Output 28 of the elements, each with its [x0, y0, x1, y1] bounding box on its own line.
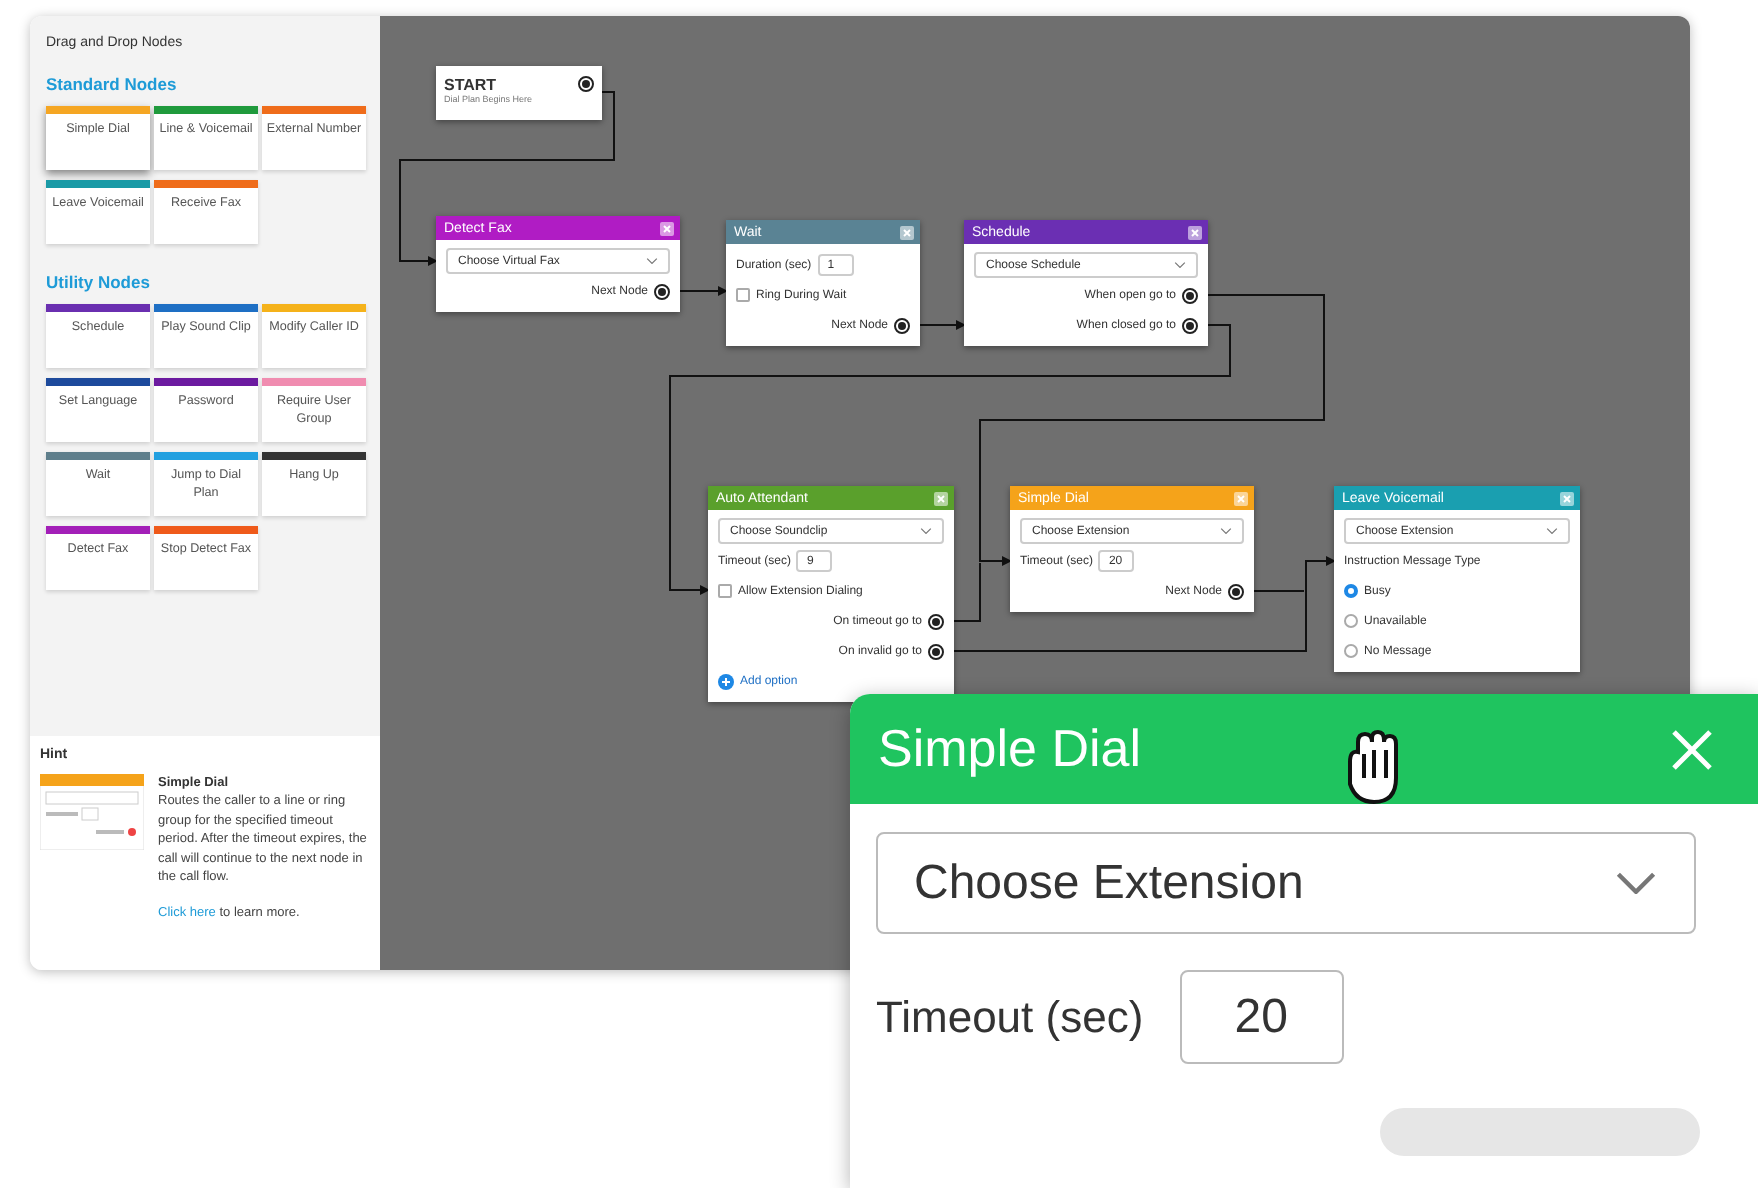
- radio-button[interactable]: [1344, 614, 1358, 628]
- close-icon[interactable]: [660, 221, 674, 235]
- timeout-field[interactable]: 20: [1179, 970, 1344, 1064]
- chevron-down-icon: [1220, 528, 1232, 534]
- port-icon[interactable]: [1228, 583, 1244, 599]
- chevron-down-icon: [646, 258, 658, 264]
- port-icon[interactable]: [894, 317, 910, 333]
- chevron-down-icon: [1546, 528, 1558, 534]
- node-title: START: [444, 76, 499, 94]
- chevron-down-icon: [1174, 262, 1186, 268]
- extension-select[interactable]: Choose Extension: [876, 832, 1696, 934]
- close-icon[interactable]: [900, 225, 914, 239]
- radio-button[interactable]: [1344, 584, 1358, 598]
- panel-title: Simple Dial: [878, 718, 1141, 780]
- port-icon[interactable]: [578, 76, 594, 92]
- close-icon[interactable]: [1188, 225, 1202, 239]
- chevron-down-icon: [920, 528, 932, 534]
- timeout-label: Timeout (sec): [876, 991, 1144, 1043]
- port-icon[interactable]: [654, 283, 670, 299]
- chevron-down-icon: [1614, 872, 1658, 894]
- radio-button[interactable]: [1344, 644, 1358, 658]
- close-icon[interactable]: [934, 491, 948, 505]
- section-heading: Utility Nodes: [46, 272, 152, 292]
- add-icon[interactable]: [718, 673, 734, 689]
- section-heading: Standard Nodes: [46, 74, 179, 94]
- checkbox[interactable]: [718, 584, 732, 598]
- node-preview-drawing: [40, 774, 144, 850]
- checkbox[interactable]: [736, 288, 750, 302]
